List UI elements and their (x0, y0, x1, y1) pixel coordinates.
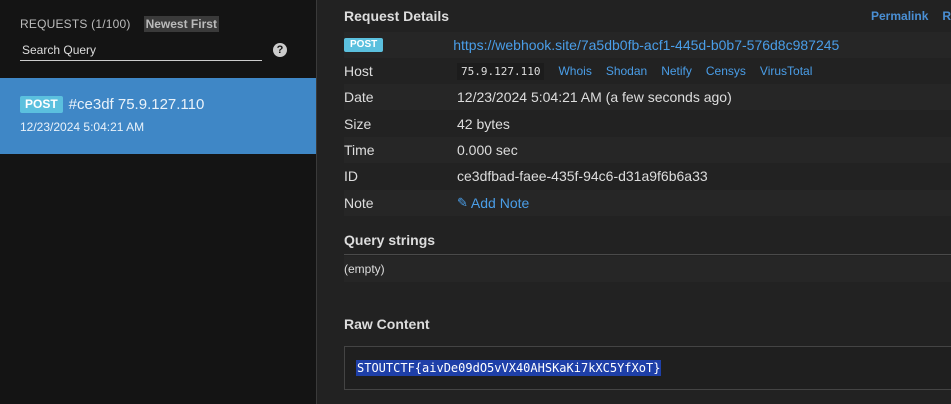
pencil-icon: ✎ (457, 195, 468, 210)
censys-link[interactable]: Censys (706, 64, 746, 78)
id-row: ID ce3dfbad-faee-435f-94c6-d31a9f6b6a33 (344, 163, 951, 189)
request-item-id: #ce3df 75.9.127.110 (68, 96, 205, 113)
id-label: ID (344, 168, 358, 184)
host-label: Host (344, 63, 373, 79)
host-value: 75.9.127.110 Whois Shodan Netify Censys … (457, 62, 812, 80)
time-value: 0.000 sec (457, 142, 518, 158)
request-item-date: 12/23/2024 5:04:21 AM (20, 120, 145, 134)
size-label: Size (344, 116, 372, 132)
date-row: Date 12/23/2024 5:04:21 AM (a few second… (344, 84, 951, 110)
raw-content-box[interactable]: STOUTCTF{aivDe09dO5vVX40AHSKaKi7kXC5YfXo… (344, 346, 951, 390)
shodan-link[interactable]: Shodan (606, 64, 647, 78)
search-input[interactable] (20, 40, 262, 60)
requests-header: REQUESTS (1/100) Newest First (20, 15, 219, 33)
host-ip: 75.9.127.110 (457, 62, 545, 80)
time-label: Time (344, 142, 375, 158)
date-value: 12/23/2024 5:04:21 AM (a few seconds ago… (457, 89, 732, 105)
size-value: 42 bytes (457, 116, 510, 132)
request-item-header: POST #ce3df 75.9.127.110 (20, 96, 204, 113)
whois-link[interactable]: Whois (558, 64, 591, 78)
add-note-button[interactable]: ✎ Add Note (457, 195, 529, 211)
request-details-title: Request Details (344, 8, 450, 24)
note-row: Note ✎ Add Note (344, 190, 951, 216)
virustotal-link[interactable]: VirusTotal (760, 64, 812, 78)
method-badge: POST (20, 96, 63, 113)
requests-count-label: REQUESTS (1/100) (20, 17, 131, 31)
webhook-url-link[interactable]: https://webhook.site/7a5db0fb-acf1-445d-… (453, 37, 839, 53)
id-value: ce3dfbad-faee-435f-94c6-d31a9f6b6a33 (457, 168, 708, 184)
time-row: Time 0.000 sec (344, 137, 951, 163)
add-note-label: Add Note (470, 195, 530, 211)
raw-content-title: Raw Content (344, 316, 430, 332)
url-row: POST https://webhook.site/7a5db0fb-acf1-… (344, 32, 951, 58)
search-field-wrap (20, 40, 262, 61)
netify-link[interactable]: Netify (661, 64, 692, 78)
query-strings-divider (344, 254, 951, 255)
permalink-link[interactable]: Permalink (871, 9, 928, 23)
query-strings-title: Query strings (344, 232, 436, 248)
raw-content-text[interactable]: STOUTCTF{aivDe09dO5vVX40AHSKaKi7kXC5YfXo… (356, 360, 662, 376)
host-row: Host 75.9.127.110 Whois Shodan Netify Ce… (344, 58, 951, 84)
truncated-link[interactable]: R (942, 9, 951, 23)
sort-order-button[interactable]: Newest First (143, 16, 219, 32)
method-badge-small: POST (344, 38, 384, 52)
request-list-item[interactable]: POST #ce3df 75.9.127.110 12/23/2024 5:04… (0, 78, 316, 154)
note-label: Note (344, 195, 374, 211)
top-links: Permalink R (871, 9, 951, 23)
sidebar: REQUESTS (1/100) Newest First ? POST #ce… (0, 0, 316, 404)
main-panel: Request Details Permalink R POST https://… (317, 0, 951, 404)
date-label: Date (344, 89, 374, 105)
query-strings-empty: (empty) (344, 256, 951, 282)
size-row: Size 42 bytes (344, 111, 951, 137)
help-icon[interactable]: ? (273, 43, 287, 57)
